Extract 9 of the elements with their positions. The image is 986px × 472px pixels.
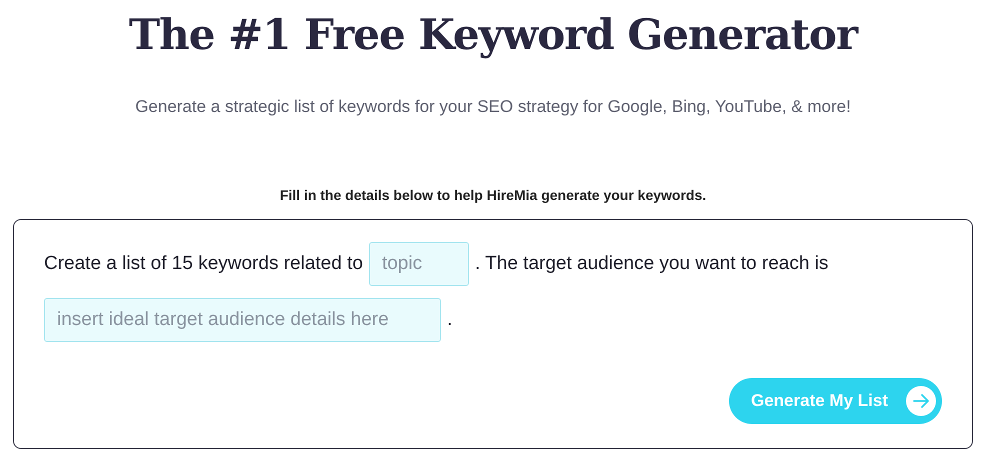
prompt-text: Create a list of 15 keywords related to <box>44 253 363 275</box>
instruction-text: Fill in the details below to help HireMia generate your keywords. <box>280 187 706 203</box>
input-field[interactable]: topic <box>368 242 469 286</box>
generate-button[interactable]: Generate My List <box>729 378 942 424</box>
prompt-text: . <box>447 309 452 331</box>
prompt-text: . The target audience you want to reach is <box>474 253 828 275</box>
page-subtitle: Generate a strategic list of keywords for your SEO strategy for Google, Bing, YouTube, & more! <box>135 97 851 117</box>
input-field[interactable]: insert ideal target audience details here <box>44 298 442 342</box>
page-title: The #1 Free Keyword Generator <box>128 10 858 59</box>
